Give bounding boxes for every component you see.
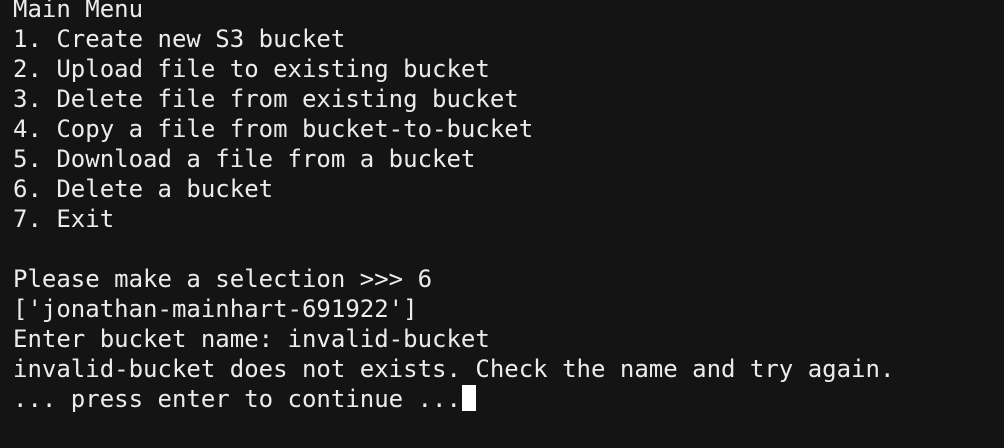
- menu-item-download-file: 5. Download a file from a bucket: [13, 145, 476, 173]
- menu-item-exit: 7. Exit: [13, 205, 115, 233]
- bucket-list-output: ['jonathan-mainhart-691922']: [13, 295, 418, 323]
- menu-item-delete-bucket: 6. Delete a bucket: [13, 175, 274, 203]
- error-message: invalid-bucket does not exists. Check th…: [13, 355, 895, 383]
- text-cursor[interactable]: [461, 385, 476, 411]
- continue-prompt: ... press enter to continue ...: [13, 385, 461, 413]
- menu-title: Main Menu: [13, 0, 144, 23]
- menu-item-create-bucket: 1. Create new S3 bucket: [13, 25, 346, 53]
- bucket-name-prompt: Enter bucket name: invalid-bucket: [13, 325, 490, 353]
- menu-item-upload-file: 2. Upload file to existing bucket: [13, 55, 490, 83]
- continue-prompt-line: ... press enter to continue ...: [13, 384, 1004, 414]
- terminal-window[interactable]: Main Menu 1. Create new S3 bucket 2. Upl…: [0, 0, 1004, 448]
- menu-item-delete-file: 3. Delete file from existing bucket: [13, 85, 519, 113]
- menu-item-copy-file: 4. Copy a file from bucket-to-bucket: [13, 115, 534, 143]
- selection-prompt: Please make a selection >>> 6: [13, 265, 433, 293]
